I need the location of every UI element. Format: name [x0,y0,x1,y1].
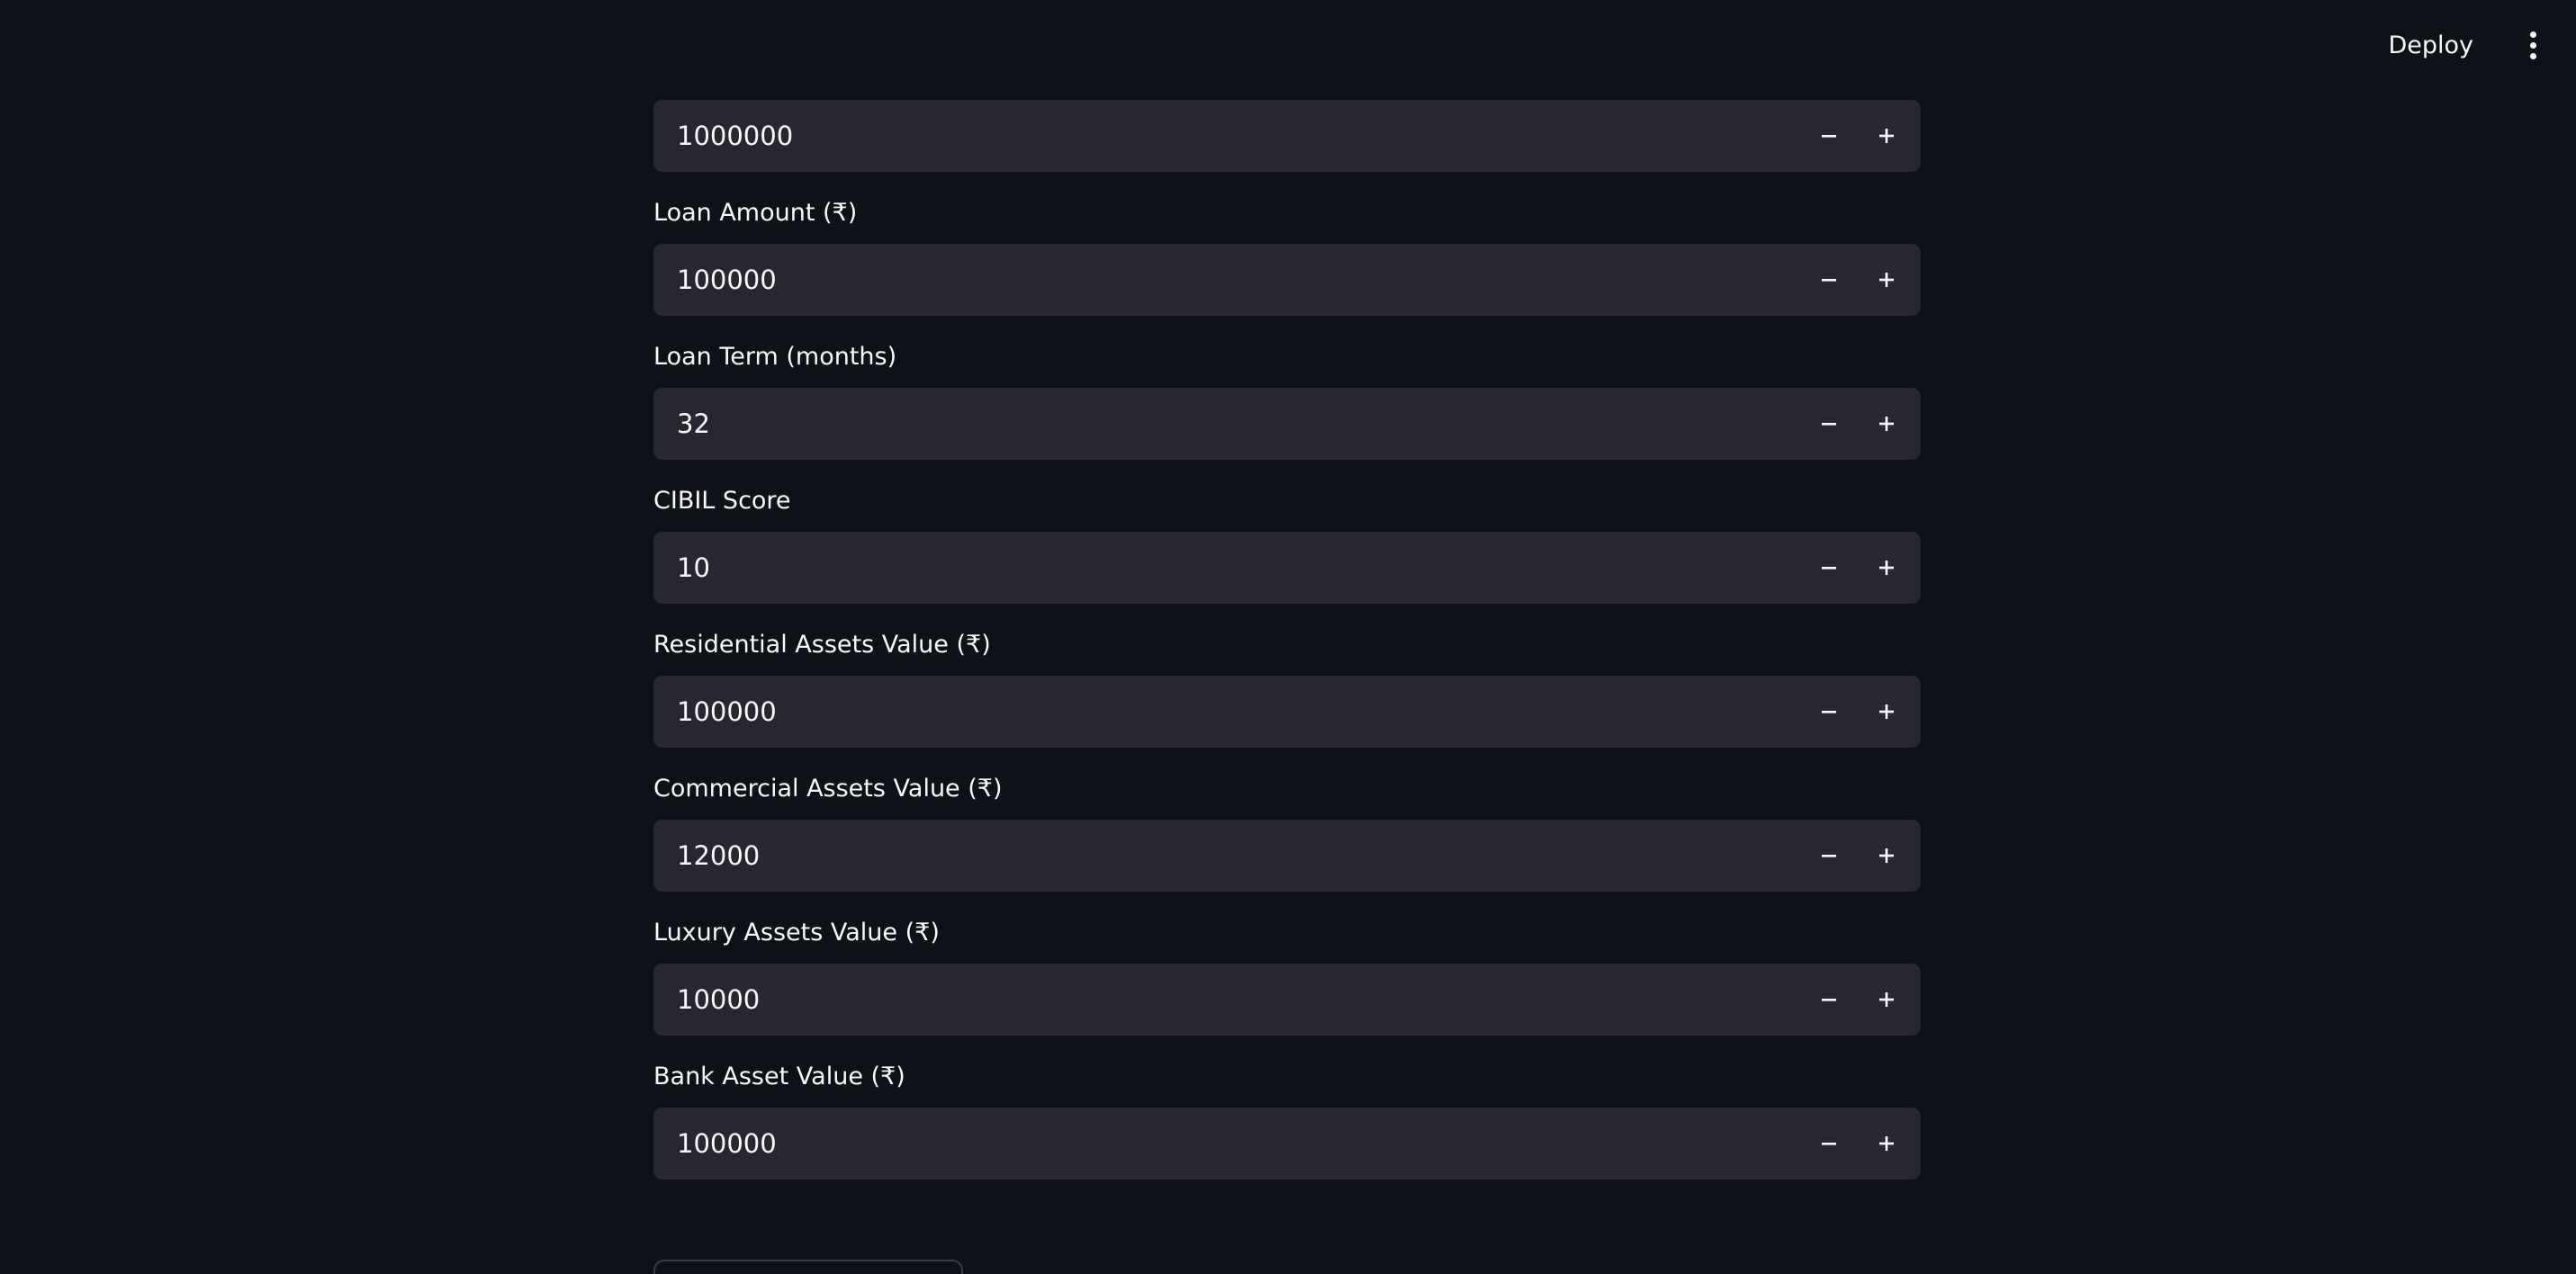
increment-button[interactable] [1858,244,1915,316]
minus-icon [1822,423,1836,426]
plus-icon [1879,417,1894,431]
increment-button[interactable] [1858,532,1915,604]
increment-button[interactable] [1858,676,1915,748]
number-input-value[interactable]: 1000000 [653,121,1800,151]
number-input-value[interactable]: 10 [653,552,1800,583]
number-input[interactable]: 100000 [653,676,1921,748]
number-input-value[interactable]: 100000 [653,696,1800,727]
decrement-button[interactable] [1800,964,1858,1036]
vertical-dots-icon [2529,41,2536,49]
minus-icon [1822,567,1836,570]
number-input[interactable]: 1000000 [653,100,1921,172]
vertical-dots-icon [2529,31,2536,38]
number-input[interactable]: 10000 [653,964,1921,1036]
field-label: Loan Amount (₹) [653,199,858,227]
decrement-button[interactable] [1800,532,1858,604]
main-menu-button[interactable] [2515,27,2551,63]
number-input[interactable]: 100000 [653,244,1921,316]
increment-button[interactable] [1858,964,1915,1036]
plus-icon [1879,992,1894,1007]
form-container: 1000000 Loan Amount (₹) 100000 Loan Term… [653,100,1921,1180]
minus-icon [1822,999,1836,1001]
number-field-luxury-assets: Luxury Assets Value (₹) 10000 [653,915,1921,1036]
number-input[interactable]: 10 [653,532,1921,604]
number-input-value[interactable]: 100000 [653,265,1800,295]
vertical-dots-icon [2529,52,2536,59]
number-input-value[interactable]: 100000 [653,1128,1800,1159]
number-field-loan-term: Loan Term (months) 32 [653,339,1921,460]
plus-icon [1879,704,1894,719]
increment-button[interactable] [1858,388,1915,460]
decrement-button[interactable] [1800,820,1858,892]
number-field-loan-amount: Loan Amount (₹) 100000 [653,195,1921,316]
app-root: Deploy 1000000 Loan Amount (₹) 100000 Lo… [0,0,2576,1274]
field-label: CIBIL Score [653,487,791,515]
minus-icon [1822,135,1836,138]
plus-icon [1879,129,1894,143]
field-label: Bank Asset Value (₹) [653,1063,905,1090]
field-label: Luxury Assets Value (₹) [653,919,940,947]
number-field-commercial-assets: Commercial Assets Value (₹) 12000 [653,771,1921,892]
number-field-residential-assets: Residential Assets Value (₹) 100000 [653,627,1921,748]
deploy-button[interactable]: Deploy [2372,22,2490,68]
number-input[interactable]: 12000 [653,820,1921,892]
number-field-bank-asset: Bank Asset Value (₹) 100000 [653,1059,1921,1180]
app-header: Deploy [2372,0,2576,90]
decrement-button[interactable] [1800,1108,1858,1180]
decrement-button[interactable] [1800,244,1858,316]
plus-icon [1879,848,1894,863]
field-label: Loan Term (months) [653,343,897,371]
minus-icon [1822,855,1836,857]
number-input-value[interactable]: 10000 [653,984,1800,1015]
number-field-cibil-score: CIBIL Score 10 [653,483,1921,604]
minus-icon [1822,711,1836,713]
decrement-button[interactable] [1800,100,1858,172]
number-input[interactable]: 100000 [653,1108,1921,1180]
increment-button[interactable] [1858,820,1915,892]
number-input-value[interactable]: 12000 [653,840,1800,871]
plus-icon [1879,561,1894,575]
field-label: Residential Assets Value (₹) [653,631,991,659]
plus-icon [1879,1136,1894,1151]
plus-icon [1879,273,1894,287]
number-input-value[interactable]: 32 [653,408,1800,439]
number-input[interactable]: 32 [653,388,1921,460]
field-label: Commercial Assets Value (₹) [653,775,1003,803]
increment-button[interactable] [1858,1108,1915,1180]
minus-icon [1822,279,1836,282]
submit-button[interactable] [653,1260,963,1274]
minus-icon [1822,1143,1836,1145]
decrement-button[interactable] [1800,676,1858,748]
decrement-button[interactable] [1800,388,1858,460]
increment-button[interactable] [1858,100,1915,172]
number-field-annual-income: 1000000 [653,100,1921,172]
